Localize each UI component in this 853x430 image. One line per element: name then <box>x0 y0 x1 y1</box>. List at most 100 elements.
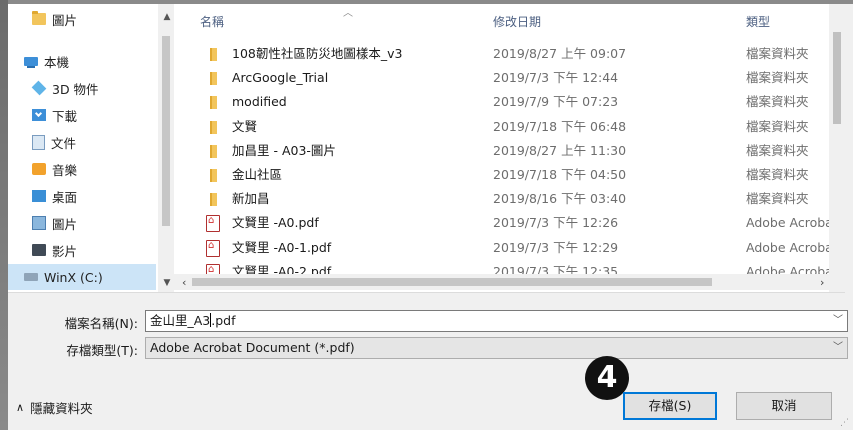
nav-scroll-up-icon[interactable]: ▲ <box>160 10 174 24</box>
resize-grip-icon[interactable]: ⋰ <box>840 418 849 428</box>
3d-objects-icon <box>31 80 47 96</box>
nav-item[interactable]: 文件 <box>8 129 156 155</box>
pdf-file-icon <box>206 215 220 233</box>
file-row[interactable]: ArcGoogle_Trial 2019/7/3 下午 12:44 檔案資料夾 <box>180 66 845 90</box>
scroll-right-icon[interactable]: › <box>820 276 824 289</box>
cancel-button[interactable]: 取消 <box>736 392 832 420</box>
nav-item[interactable]: WinX (C:) <box>8 264 156 290</box>
file-date-modified: 2019/7/18 下午 06:48 <box>493 118 627 134</box>
folder-icon <box>210 120 217 134</box>
file-name: 金山社區 <box>232 167 283 182</box>
file-type: 檔案資料夾 <box>746 70 809 86</box>
nav-item[interactable]: 圖片 <box>8 6 156 32</box>
folder-icon <box>210 144 217 158</box>
file-name: 文賢里 -A0-1.pdf <box>232 239 332 255</box>
folder-icon <box>210 169 217 182</box>
file-name: ArcGoogle_Trial <box>232 70 329 86</box>
file-date-modified: 2019/7/3 下午 12:44 <box>493 70 619 86</box>
nav-item[interactable]: 影片 <box>8 237 156 263</box>
file-date-modified: 2019/8/27 上午 11:30 <box>493 142 627 158</box>
file-type: 檔案資料夾 <box>746 142 809 158</box>
window-frame-left <box>0 0 8 430</box>
nav-item[interactable]: 桌面 <box>8 183 156 209</box>
filename-input[interactable]: 金山里_A3.pdf ﹀ <box>145 310 848 332</box>
folder-icon <box>210 48 217 61</box>
folder-icon <box>210 96 217 110</box>
nav-item-label: 下載 <box>52 108 78 124</box>
desktop-icon <box>32 190 46 202</box>
filename-text: 金山里_A3 <box>150 313 211 328</box>
documents-icon <box>32 134 45 150</box>
sort-ascending-icon: ︿ <box>343 8 353 19</box>
column-header-type[interactable]: 類型 <box>746 4 770 38</box>
file-date-modified: 2019/8/16 下午 03:40 <box>493 191 627 207</box>
music-icon <box>32 163 46 175</box>
filetype-label: 存檔類型(T): <box>66 343 138 358</box>
videos-icon <box>32 244 46 256</box>
nav-item[interactable]: 下載 <box>8 102 156 128</box>
file-name: 108韌性社區防災地圖樣本_v3 <box>232 46 403 61</box>
chevron-up-icon: ∧ <box>16 401 25 414</box>
file-type: Adobe Acroba <box>746 239 833 255</box>
file-row[interactable]: 文賢里 -A0.pdf 2019/7/3 下午 12:26 Adobe Acroba <box>180 211 845 235</box>
file-row[interactable]: 108韌性社區防災地圖樣本_v3 2019/8/27 上午 09:07 檔案資料夾 <box>180 42 845 66</box>
navigation-pane: 圖片 本機 3D 物件 下載 文件 音樂 桌面 圖片 影片 WinX (C:) ▲ ▼ <box>8 4 174 293</box>
nav-item-partial <box>26 292 126 293</box>
file-date-modified: 2019/7/9 下午 07:23 <box>493 94 619 110</box>
file-list-vertical-thumb[interactable] <box>833 32 841 124</box>
file-list: ︿ 名稱 修改日期 類型 108韌性社區防災地圖樣本_v3 2019/8/27 上… <box>180 4 845 292</box>
filename-label: 檔案名稱(N): <box>64 316 138 331</box>
file-type: 檔案資料夾 <box>746 118 809 134</box>
file-row[interactable]: 文賢 2019/7/18 下午 06:48 檔案資料夾 <box>180 115 845 139</box>
file-row[interactable]: modified 2019/7/9 下午 07:23 檔案資料夾 <box>180 90 845 114</box>
nav-item-label: 音樂 <box>52 162 78 178</box>
nav-item-label: 3D 物件 <box>52 81 99 97</box>
column-header-date[interactable]: 修改日期 <box>493 4 541 38</box>
file-name: 文賢里 -A0.pdf <box>232 215 319 231</box>
pictures-icon <box>32 216 46 230</box>
file-type: 檔案資料夾 <box>746 191 809 207</box>
filetype-dropdown-icon[interactable]: ﹀ <box>833 338 843 358</box>
scroll-left-icon[interactable]: ‹ <box>182 276 186 289</box>
pdf-file-icon <box>206 239 220 257</box>
save-button[interactable]: 存檔(S) <box>623 392 717 420</box>
nav-scrollbar-thumb[interactable] <box>162 36 170 226</box>
file-row[interactable]: 加昌里 - A03-圖片 2019/8/27 上午 11:30 檔案資料夾 <box>180 139 845 163</box>
file-name: 加昌里 - A03-圖片 <box>232 142 336 158</box>
nav-item[interactable]: 3D 物件 <box>8 75 156 101</box>
filename-dropdown-icon[interactable]: ﹀ <box>833 311 843 331</box>
file-type: 檔案資料夾 <box>746 46 809 61</box>
nav-item-label: 文件 <box>51 135 77 151</box>
filename-extension: .pdf <box>211 313 236 328</box>
file-type: Adobe Acroba <box>746 215 833 231</box>
file-date-modified: 2019/7/18 下午 04:50 <box>493 167 627 182</box>
folder-icon <box>32 11 46 25</box>
nav-item-label: 圖片 <box>52 12 78 28</box>
file-row[interactable]: 金山社區 2019/7/18 下午 04:50 檔案資料夾 <box>180 163 845 187</box>
nav-item[interactable]: 本機 <box>8 48 156 74</box>
file-name: 新加昌 <box>232 191 270 207</box>
hide-folders-toggle[interactable]: ∧ 隱藏資料夾 <box>16 398 93 417</box>
file-name: 文賢 <box>232 118 258 134</box>
pc-icon <box>24 56 38 68</box>
nav-item-label: WinX (C:) <box>44 269 103 285</box>
downloads-icon <box>32 109 46 121</box>
nav-scroll-down-icon[interactable]: ▼ <box>160 276 174 290</box>
file-row[interactable]: 文賢里 -A0-1.pdf 2019/7/3 下午 12:29 Adobe Acro… <box>180 236 845 260</box>
file-row[interactable]: 新加昌 2019/8/16 下午 03:40 檔案資料夾 <box>180 187 845 211</box>
file-name: modified <box>232 94 287 110</box>
nav-item[interactable]: 圖片 <box>8 210 156 236</box>
file-list-horizontal-thumb[interactable] <box>192 278 712 286</box>
hide-folders-label: 隱藏資料夾 <box>30 401 93 416</box>
nav-item[interactable]: 音樂 <box>8 156 156 182</box>
column-header-name[interactable]: 名稱 <box>200 4 224 38</box>
nav-item-label: 影片 <box>52 243 78 259</box>
filetype-value: Adobe Acrobat Document (*.pdf) <box>150 340 355 355</box>
file-date-modified: 2019/7/3 下午 12:26 <box>493 215 619 231</box>
folder-icon <box>210 72 217 86</box>
nav-item-label: 桌面 <box>52 189 78 205</box>
filetype-select[interactable]: Adobe Acrobat Document (*.pdf) ﹀ <box>145 337 848 359</box>
file-date-modified: 2019/8/27 上午 09:07 <box>493 46 627 61</box>
file-type: 檔案資料夾 <box>746 94 809 110</box>
nav-item-label: 圖片 <box>52 216 78 232</box>
